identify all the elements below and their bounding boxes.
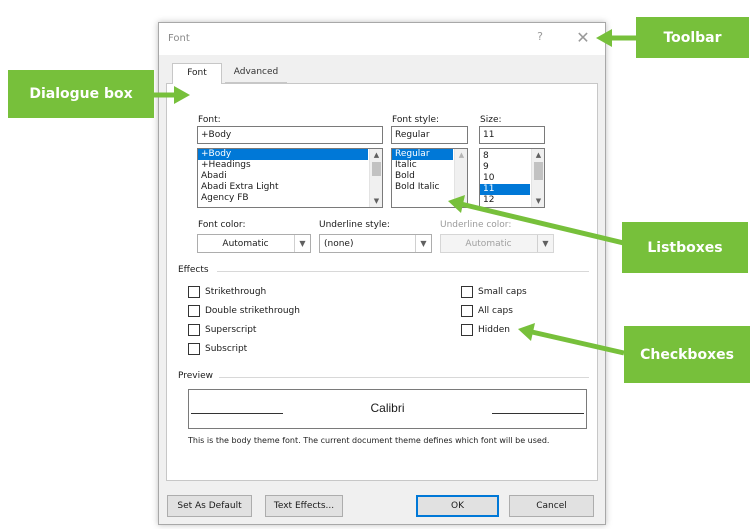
dialogue-box-callout: Dialogue box bbox=[8, 70, 154, 118]
font-style-listbox[interactable]: Regular Italic Bold Bold Italic ▲ ▼ bbox=[391, 148, 468, 208]
checkbox-box[interactable] bbox=[188, 343, 200, 355]
subscript-checkbox[interactable]: Subscript bbox=[188, 342, 247, 356]
size-input[interactable]: 11 bbox=[479, 126, 545, 144]
checkboxes-callout: Checkboxes bbox=[624, 326, 750, 383]
underline-style-label: Underline style: bbox=[319, 220, 390, 230]
scroll-down-icon[interactable]: ▼ bbox=[532, 195, 544, 207]
font-style-label: Font style: bbox=[392, 115, 440, 125]
all-caps-checkbox[interactable]: All caps bbox=[461, 304, 513, 318]
dialog-title: Font bbox=[168, 33, 190, 44]
chevron-down-icon: ▼ bbox=[415, 235, 431, 252]
list-item[interactable]: +Headings bbox=[198, 160, 382, 171]
size-label: Size: bbox=[480, 115, 502, 125]
list-item[interactable]: Abadi Extra Light bbox=[198, 182, 382, 193]
font-color-label: Font color: bbox=[198, 220, 246, 230]
preview-sample: Calibri bbox=[370, 401, 405, 415]
font-style-input[interactable]: Regular bbox=[391, 126, 468, 144]
list-item[interactable]: 11 bbox=[480, 184, 530, 195]
size-scrollbar[interactable]: ▲ ▼ bbox=[531, 149, 544, 207]
title-bar: Font ? ✕ bbox=[159, 23, 605, 55]
list-item[interactable]: Agency FB bbox=[198, 193, 382, 204]
font-color-dropdown[interactable]: Automatic ▼ bbox=[197, 234, 311, 253]
text-effects-button[interactable]: Text Effects... bbox=[265, 495, 343, 517]
scroll-down-icon[interactable]: ▼ bbox=[455, 195, 467, 207]
help-button[interactable]: ? bbox=[533, 30, 547, 48]
effects-divider bbox=[217, 271, 589, 272]
checkbox-box[interactable] bbox=[188, 324, 200, 336]
small-caps-checkbox[interactable]: Small caps bbox=[461, 285, 527, 299]
scroll-up-icon[interactable]: ▲ bbox=[370, 149, 382, 161]
font-input[interactable]: +Body bbox=[197, 126, 383, 144]
scroll-thumb[interactable] bbox=[534, 162, 543, 180]
tab-advanced[interactable]: Advanced bbox=[225, 63, 287, 83]
size-listbox[interactable]: 8 9 10 11 12 ▲ ▼ bbox=[479, 148, 545, 208]
toolbar-callout: Toolbar bbox=[636, 17, 749, 58]
font-scrollbar[interactable]: ▲ ▼ bbox=[369, 149, 382, 207]
scroll-down-icon[interactable]: ▼ bbox=[370, 195, 382, 207]
checkbox-box[interactable] bbox=[188, 305, 200, 317]
scroll-up-icon[interactable]: ▲ bbox=[455, 149, 467, 161]
checkbox-box[interactable] bbox=[461, 286, 473, 298]
set-as-default-button[interactable]: Set As Default bbox=[167, 495, 252, 517]
underline-style-dropdown[interactable]: (none) ▼ bbox=[319, 234, 432, 253]
font-label: Font: bbox=[198, 115, 221, 125]
underline-color-label: Underline color: bbox=[440, 220, 512, 230]
preview-description: This is the body theme font. The current… bbox=[188, 436, 550, 445]
tab-font[interactable]: Font bbox=[172, 63, 222, 84]
close-icon[interactable]: ✕ bbox=[574, 28, 592, 48]
chevron-down-icon: ▼ bbox=[537, 235, 553, 252]
scroll-thumb[interactable] bbox=[372, 162, 381, 176]
cancel-button[interactable]: Cancel bbox=[509, 495, 594, 517]
preview-box: Calibri bbox=[188, 389, 587, 429]
chevron-down-icon: ▼ bbox=[294, 235, 310, 252]
ok-button[interactable]: OK bbox=[416, 495, 499, 517]
checkbox-box[interactable] bbox=[188, 286, 200, 298]
checkbox-box[interactable] bbox=[461, 324, 473, 336]
strikethrough-checkbox[interactable]: Strikethrough bbox=[188, 285, 266, 299]
underline-color-dropdown[interactable]: Automatic ▼ bbox=[440, 234, 554, 253]
font-tab-panel: Font: +Body +Body +Headings Abadi Abadi … bbox=[166, 83, 598, 481]
font-dialog: Font ? ✕ Font Advanced Font: +Body +Body… bbox=[158, 22, 606, 525]
listboxes-callout: Listboxes bbox=[622, 222, 748, 273]
effects-label: Effects bbox=[178, 265, 209, 275]
preview-divider bbox=[219, 377, 589, 378]
list-item[interactable]: Abadi bbox=[198, 171, 382, 182]
font-listbox[interactable]: +Body +Headings Abadi Abadi Extra Light … bbox=[197, 148, 383, 208]
superscript-checkbox[interactable]: Superscript bbox=[188, 323, 256, 337]
font-style-scrollbar[interactable]: ▲ ▼ bbox=[454, 149, 467, 207]
list-item[interactable]: +Body bbox=[198, 149, 368, 160]
preview-label: Preview bbox=[178, 371, 214, 381]
list-item[interactable]: Regular bbox=[392, 149, 453, 160]
hidden-checkbox[interactable]: Hidden bbox=[461, 323, 510, 337]
double-strikethrough-checkbox[interactable]: Double strikethrough bbox=[188, 304, 300, 318]
scroll-up-icon[interactable]: ▲ bbox=[532, 149, 544, 161]
checkbox-box[interactable] bbox=[461, 305, 473, 317]
